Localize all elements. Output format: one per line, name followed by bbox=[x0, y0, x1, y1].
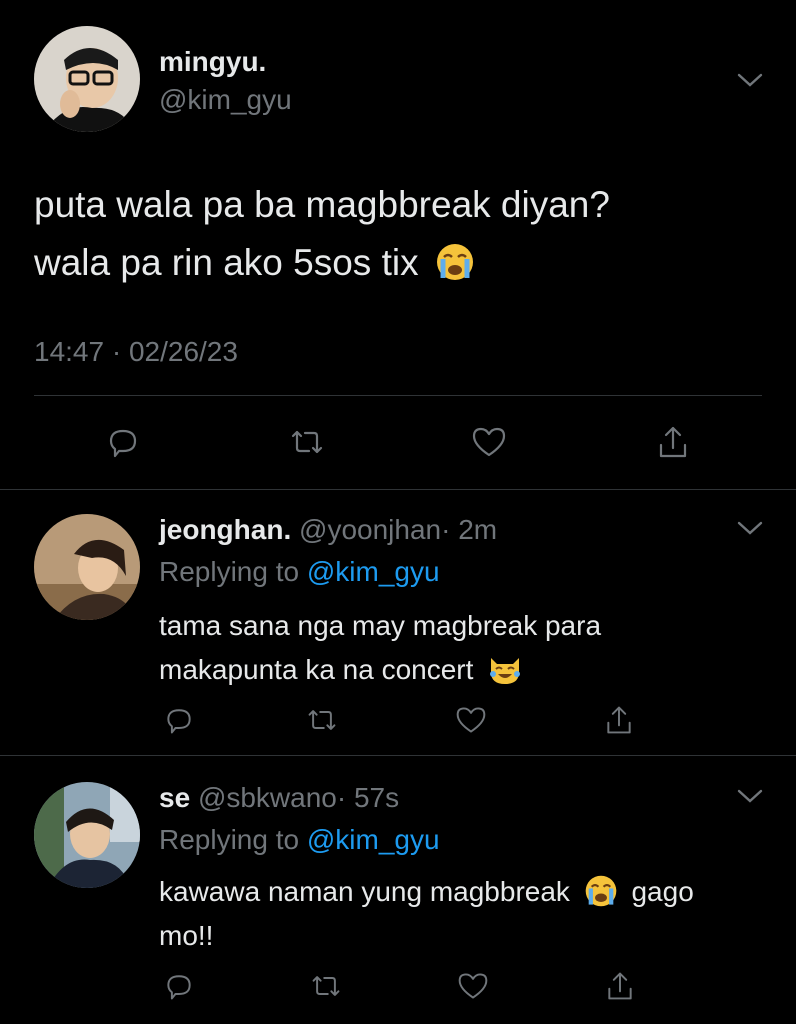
reply-time[interactable]: · 57s bbox=[337, 782, 399, 813]
reply-text-line: mo!! bbox=[159, 920, 214, 951]
retweet-icon[interactable] bbox=[302, 700, 342, 740]
reply-time[interactable]: · 2m bbox=[441, 514, 497, 545]
share-icon[interactable] bbox=[653, 422, 693, 462]
reply-icon[interactable] bbox=[103, 422, 143, 462]
avatar[interactable] bbox=[34, 26, 140, 132]
chevron-down-icon[interactable] bbox=[736, 518, 764, 538]
display-name[interactable]: se bbox=[159, 782, 190, 813]
divider bbox=[0, 755, 796, 756]
retweet-icon[interactable] bbox=[287, 422, 327, 462]
like-icon[interactable] bbox=[453, 966, 493, 1006]
tweet-text-span: wala pa rin ako 5sos tix bbox=[34, 242, 419, 283]
chevron-down-icon[interactable] bbox=[736, 786, 764, 806]
reply-text-line: kawawa naman yung magbbreak gago bbox=[159, 870, 694, 914]
tweet-text-line: puta wala pa ba magbbreak diyan? bbox=[34, 184, 610, 225]
tweet-text-line: wala pa rin ako 5sos tix bbox=[34, 234, 610, 292]
reply-text-line: makapunta ka na concert bbox=[159, 648, 601, 692]
divider bbox=[0, 489, 796, 490]
replying-to: Replying to @kim_gyu bbox=[159, 824, 440, 856]
chevron-down-icon[interactable] bbox=[736, 70, 764, 90]
reply-text: tama sana nga may magbreak para makapunt… bbox=[159, 604, 601, 692]
replying-to-label: Replying to bbox=[159, 824, 300, 855]
replying-to-link[interactable]: @kim_gyu bbox=[307, 556, 440, 587]
timestamp[interactable]: 14:47 · 02/26/23 bbox=[34, 336, 238, 368]
reply-header: jeonghan. @yoonjhan· 2m bbox=[159, 514, 497, 546]
handle[interactable]: @kim_gyu bbox=[159, 84, 292, 116]
reply-text-span: kawawa naman yung magbbreak bbox=[159, 876, 570, 907]
reply-icon[interactable] bbox=[159, 966, 199, 1006]
reply-text-span: makapunta ka na concert bbox=[159, 654, 474, 685]
avatar[interactable] bbox=[34, 514, 140, 620]
replying-to-label: Replying to bbox=[159, 556, 300, 587]
replying-to-link[interactable]: @kim_gyu bbox=[307, 824, 440, 855]
handle[interactable]: @sbkwano bbox=[198, 782, 337, 813]
handle[interactable]: @yoonjhan bbox=[299, 514, 441, 545]
avatar[interactable] bbox=[34, 782, 140, 888]
reply-text-line: tama sana nga may magbreak para bbox=[159, 610, 602, 641]
reply-text: kawawa naman yung magbbreak gago mo!! bbox=[159, 870, 694, 958]
reply-header: se @sbkwano· 57s bbox=[159, 782, 399, 814]
retweet-icon[interactable] bbox=[306, 966, 346, 1006]
like-icon[interactable] bbox=[469, 422, 509, 462]
loudly-crying-face-emoji bbox=[436, 244, 473, 281]
tweet-text: puta wala pa ba magbbreak diyan? wala pa… bbox=[34, 176, 610, 292]
divider bbox=[34, 395, 762, 396]
tears-of-joy-cat-emoji bbox=[490, 657, 521, 684]
reply-text-span: gago bbox=[631, 876, 694, 907]
replying-to: Replying to @kim_gyu bbox=[159, 556, 440, 588]
share-icon[interactable] bbox=[599, 700, 639, 740]
reply-icon[interactable] bbox=[159, 700, 199, 740]
share-icon[interactable] bbox=[600, 966, 640, 1006]
display-name[interactable]: mingyu. bbox=[159, 46, 266, 78]
display-name[interactable]: jeonghan. bbox=[159, 514, 291, 545]
loudly-crying-face-emoji bbox=[585, 875, 617, 906]
like-icon[interactable] bbox=[451, 700, 491, 740]
